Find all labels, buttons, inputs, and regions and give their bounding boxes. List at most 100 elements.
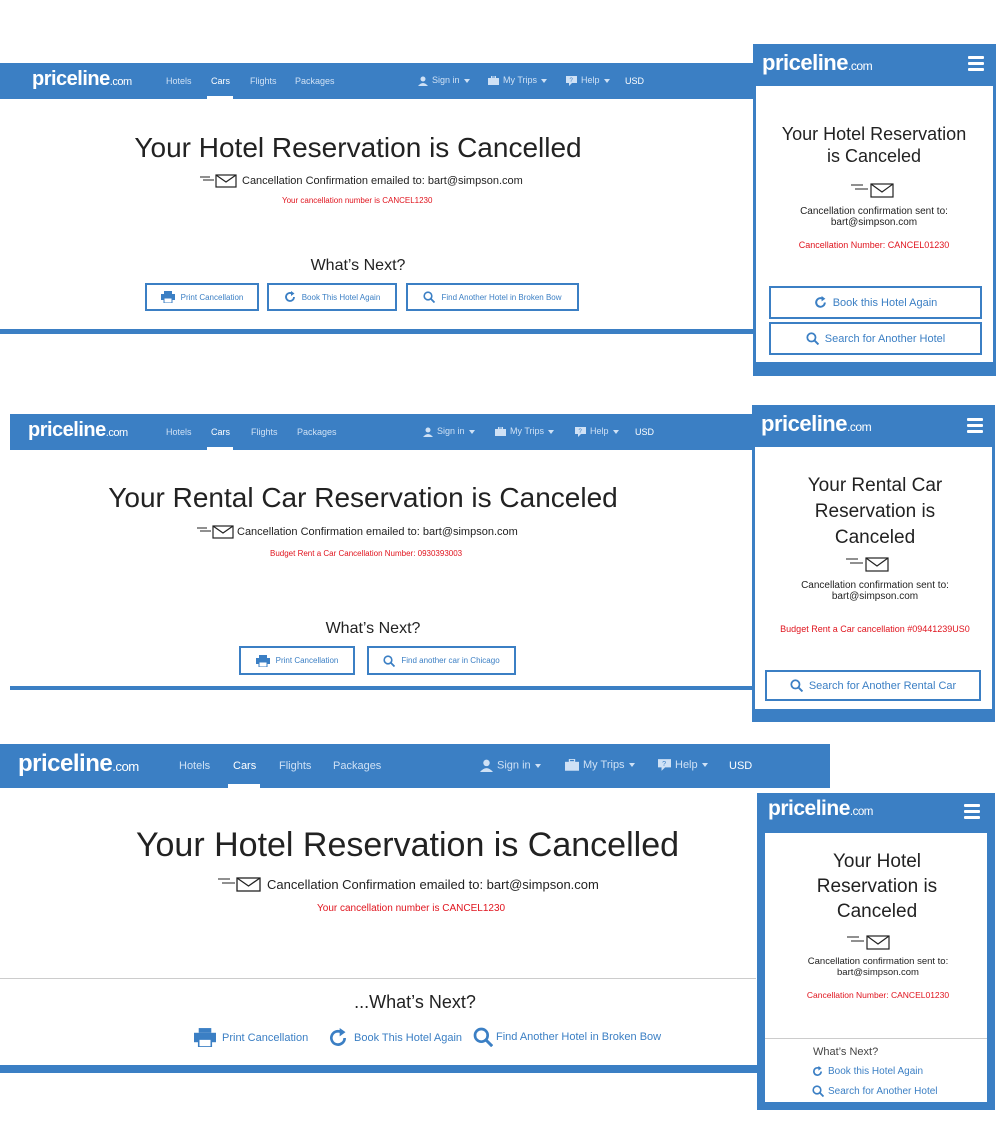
panel1-logo[interactable]: priceline.com [32, 68, 132, 91]
email-confirmation-row: Cancellation Confirmation emailed to: ba… [197, 525, 518, 539]
printer-icon [255, 654, 270, 667]
email-confirmation-text: Cancellation Confirmation emailed to: ba… [237, 526, 518, 538]
book-hotel-again-button[interactable]: Book This Hotel Again [267, 283, 397, 311]
chevron-down-icon [603, 78, 610, 83]
email-sent-icon [846, 557, 889, 572]
search-another-hotel-link[interactable]: Search for Another Hotel [812, 1085, 938, 1097]
tab-cars[interactable]: Cars [233, 760, 256, 772]
chevron-down-icon [612, 429, 619, 434]
mobile3-cancellation-number: Cancellation Number: CANCEL01230 [806, 990, 950, 1000]
menu-icon[interactable] [967, 418, 983, 436]
mobile2-logo[interactable]: priceline.com [761, 411, 872, 437]
mobile2-sent-to: Cancellation confirmation sent to: bart@… [758, 580, 992, 602]
tab-cars[interactable]: Cars [211, 76, 230, 86]
find-another-hotel-label: Find Another Hotel in Broken Bow [441, 292, 562, 302]
menu-icon[interactable] [968, 56, 984, 74]
tab-flights[interactable]: Flights [251, 427, 278, 437]
title-line1: Your Hotel Reservation [781, 124, 967, 144]
title-line1: Your Hotel [832, 851, 922, 872]
search-another-rental-car-button[interactable]: Search for Another Rental Car [765, 670, 981, 701]
currency-selector[interactable]: USD [729, 760, 752, 772]
print-cancellation-link[interactable]: Print Cancellation [194, 1028, 308, 1047]
title-line3: Canceled [834, 527, 916, 548]
sign-in-menu[interactable]: Sign in [418, 75, 470, 86]
mobile1-title: Your Hotel Reservation is Canceled [758, 123, 990, 167]
currency-selector[interactable]: USD [625, 76, 644, 86]
mobile3-logo[interactable]: priceline.com [768, 797, 873, 821]
search-another-hotel-label: Search for Another Hotel [824, 332, 946, 345]
tab-hotels[interactable]: Hotels [166, 427, 192, 437]
sign-in-menu[interactable]: Sign in [480, 759, 541, 772]
mobile2-footer-bar [752, 709, 995, 722]
email-sent-icon [197, 525, 234, 539]
book-hotel-again-link[interactable]: Book This Hotel Again [328, 1028, 462, 1048]
logo-main: priceline [762, 50, 848, 75]
suitcase-icon [565, 759, 579, 771]
book-hotel-again-label: Book this Hotel Again [828, 1066, 924, 1077]
print-cancellation-button[interactable]: Print Cancellation [239, 646, 355, 675]
email-sent-icon [847, 935, 890, 950]
find-another-hotel-label: Find Another Hotel in Broken Bow [496, 1031, 662, 1043]
page-title: Your Hotel Reservation is Cancelled [134, 132, 582, 163]
logo-suffix: .com [846, 420, 872, 434]
book-hotel-again-link[interactable]: Book this Hotel Again [812, 1066, 923, 1077]
mobile1-cancellation-number: Cancellation Number: CANCEL01230 [798, 240, 950, 250]
tab-cars-underline [207, 96, 233, 99]
tab-cars[interactable]: Cars [211, 427, 230, 437]
book-hotel-again-label: Book This Hotel Again [354, 1032, 463, 1044]
panel2-logo[interactable]: priceline.com [28, 419, 128, 442]
logo-main: priceline [28, 419, 106, 441]
help-menu[interactable]: ? Help [658, 759, 708, 772]
find-another-car-button[interactable]: Find another car in Chicago [367, 646, 516, 675]
help-label: Help [590, 426, 609, 436]
cancellation-number: Your cancellation number is CANCEL1230 [317, 903, 506, 914]
sign-in-menu[interactable]: Sign in [423, 426, 475, 437]
panel3-logo[interactable]: priceline.com [18, 750, 139, 778]
mobile1-logo[interactable]: priceline.com [762, 50, 873, 76]
search-another-hotel-button[interactable]: Search for Another Hotel [769, 322, 982, 355]
tab-cars-underline [207, 447, 233, 450]
divider [0, 978, 756, 979]
currency-selector[interactable]: USD [635, 427, 654, 437]
title-line1: Your Rental Car [807, 475, 943, 496]
help-menu[interactable]: ? Help [575, 426, 619, 437]
menu-icon[interactable] [964, 804, 980, 822]
search-another-hotel-label: Search for Another Hotel [828, 1085, 938, 1097]
email-sent-icon [851, 183, 894, 198]
find-another-hotel-button[interactable]: Find Another Hotel in Broken Bow [406, 283, 579, 311]
refresh-icon [812, 1066, 823, 1077]
logo-suffix: .com [105, 427, 128, 439]
mobile3-footer-bar [757, 1103, 995, 1110]
book-hotel-again-label: Book this Hotel Again [832, 296, 938, 309]
panel3-footer-bar [0, 1065, 758, 1073]
tab-packages[interactable]: Packages [295, 76, 335, 86]
tab-hotels[interactable]: Hotels [166, 76, 192, 86]
logo-suffix: .com [849, 806, 874, 818]
find-another-hotel-link[interactable]: Find Another Hotel in Broken Bow [473, 1027, 661, 1047]
my-trips-menu[interactable]: My Trips [495, 426, 555, 437]
tab-flights[interactable]: Flights [250, 76, 277, 86]
tab-flights[interactable]: Flights [279, 760, 311, 772]
help-menu[interactable]: ? Help [566, 75, 610, 86]
mobile1-sent-to: Cancellation confirmation sent to: bart@… [758, 206, 990, 228]
email-confirmation-text: Cancellation Confirmation emailed to: ba… [242, 175, 523, 187]
search-icon [383, 654, 396, 667]
tab-packages[interactable]: Packages [333, 760, 381, 772]
refresh-icon [328, 1028, 348, 1048]
user-icon [423, 427, 433, 437]
help-icon: ? [566, 75, 577, 86]
panel2-footer-bar [10, 686, 754, 690]
book-hotel-again-button[interactable]: Book this Hotel Again [769, 286, 982, 319]
logo-main: priceline [768, 797, 850, 820]
tab-hotels[interactable]: Hotels [179, 760, 210, 772]
sent-to-email: bart@simpson.com [831, 591, 919, 602]
email-sent-icon [218, 877, 261, 892]
logo-suffix: .com [109, 76, 132, 88]
page-title: Your Hotel Reservation is Cancelled [135, 826, 680, 864]
logo-main: priceline [761, 411, 847, 436]
whats-next-heading: ...What’s Next? [354, 992, 476, 1012]
tab-packages[interactable]: Packages [297, 427, 337, 437]
my-trips-menu[interactable]: My Trips [488, 75, 548, 86]
my-trips-menu[interactable]: My Trips [565, 759, 635, 771]
print-cancellation-button[interactable]: Print Cancellation [145, 283, 259, 311]
